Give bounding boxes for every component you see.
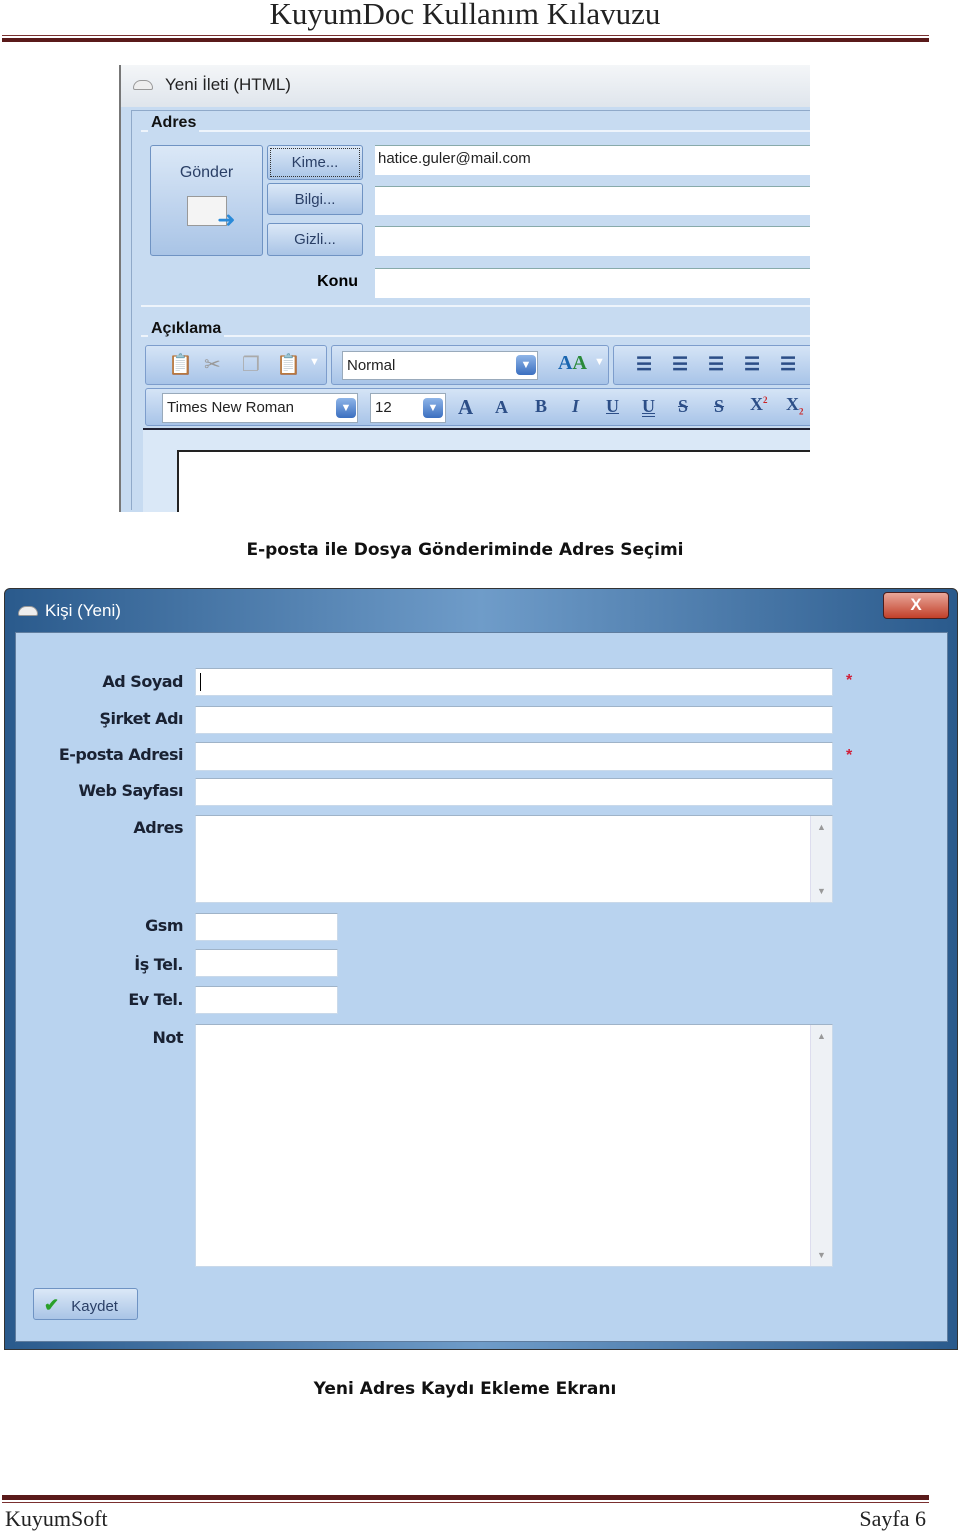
multilevel-list-icon[interactable]: ☰ — [708, 354, 724, 375]
description-group-label: Açıklama — [148, 320, 225, 338]
document-title: KuyumDoc Kullanım Kılavuzu — [269, 0, 661, 31]
address-label: Adres — [133, 818, 183, 837]
style-toolbar: Normal ▼ AA ▼ — [331, 345, 609, 385]
scroll-down-icon[interactable]: ▼ — [811, 1250, 832, 1260]
work-phone-input[interactable] — [195, 949, 338, 977]
scrollbar[interactable]: ▲ ▼ — [810, 816, 832, 902]
note-textarea[interactable]: ▲ ▼ — [195, 1024, 833, 1267]
home-phone-label: Ev Tel. — [128, 990, 183, 1009]
note-label: Not — [152, 1028, 183, 1047]
to-input[interactable]: hatice.guler@mail.com — [375, 145, 810, 175]
email-input[interactable] — [195, 742, 833, 771]
chevron-down-icon[interactable]: ▼ — [423, 398, 443, 418]
text-style-icon[interactable]: AA — [558, 352, 587, 375]
scroll-up-icon[interactable]: ▲ — [811, 1031, 832, 1041]
numbered-list-icon[interactable]: ☰ — [672, 354, 688, 375]
paste-special-icon[interactable]: 📋 — [276, 352, 301, 377]
bcc-button[interactable]: Gizli... — [267, 223, 363, 256]
strikethrough-icon[interactable]: S — [678, 396, 688, 417]
gsm-input[interactable] — [195, 913, 338, 941]
web-input[interactable] — [195, 778, 833, 806]
subject-label: Konu — [317, 273, 358, 290]
grow-font-icon[interactable]: A — [458, 395, 473, 420]
name-label: Ad Soyad — [102, 672, 183, 691]
address-textarea[interactable]: ▲ ▼ — [195, 815, 833, 903]
send-mail-icon: ➜ — [186, 196, 236, 232]
company-label: Şirket Adı — [99, 709, 184, 728]
home-phone-input[interactable] — [195, 986, 338, 1014]
company-input[interactable] — [195, 706, 833, 734]
send-label: Gönder — [179, 164, 234, 181]
font-select[interactable]: Times New Roman — [162, 393, 358, 423]
contact-window-title: Kişi (Yeni) — [45, 601, 121, 620]
scroll-down-icon[interactable]: ▼ — [811, 886, 832, 896]
divider — [141, 130, 810, 132]
save-label: Kaydet — [71, 1298, 118, 1315]
save-button[interactable]: ✔ Kaydet — [33, 1288, 138, 1320]
chevron-down-icon[interactable]: ▼ — [336, 398, 356, 418]
chevron-down-icon[interactable]: ▼ — [309, 356, 320, 368]
chevron-down-icon[interactable]: ▼ — [594, 356, 605, 368]
style-value: Normal — [347, 357, 396, 374]
bullet-list-icon[interactable]: ☰ — [636, 354, 652, 375]
header-rule-thin — [2, 35, 929, 36]
footer-page-number: Sayfa 6 — [859, 1506, 926, 1531]
email-window-title: Yeni İleti (HTML) — [165, 75, 291, 94]
editor-frame — [143, 428, 810, 512]
divider — [141, 335, 810, 337]
required-mark: * — [846, 747, 853, 764]
double-underline-icon[interactable]: U — [642, 396, 655, 417]
divider — [141, 305, 810, 307]
required-mark: * — [846, 672, 853, 689]
copy-icon[interactable]: ❐ — [242, 352, 260, 377]
web-label: Web Sayfası — [78, 781, 184, 800]
font-toolbar: Times New Roman ▼ 12 ▼ A A B I U U S S X… — [145, 388, 810, 426]
email-label: E-posta Adresi — [58, 745, 184, 764]
style-select[interactable]: Normal — [342, 351, 538, 380]
bcc-input[interactable] — [375, 226, 810, 256]
text-cursor — [200, 673, 201, 691]
close-button[interactable]: X — [883, 592, 949, 619]
caption-email: E-posta ile Dosya Gönderiminde Adres Seç… — [246, 540, 684, 560]
font-value: Times New Roman — [167, 399, 294, 416]
editor-area[interactable] — [177, 450, 810, 512]
header-rule — [2, 38, 929, 42]
paste-icon[interactable]: 📋 — [168, 352, 193, 377]
subject-input[interactable] — [375, 268, 810, 298]
email-window-titlebar: Yeni İleti (HTML) — [121, 65, 810, 107]
send-button[interactable]: Gönder ➜ — [150, 145, 263, 256]
footer-rule-thin — [2, 1502, 929, 1503]
footer-company: KuyumSoft — [5, 1506, 108, 1531]
to-button[interactable]: Kime... — [267, 145, 363, 180]
caption-contact: Yeni Adres Kaydı Ekleme Ekranı — [313, 1379, 617, 1399]
bold-icon[interactable]: B — [535, 396, 547, 417]
paragraph-toolbar: ☰ ☰ ☰ ☰ ☰ — [613, 345, 810, 385]
indent-icon[interactable]: ☰ — [780, 354, 796, 375]
shrink-font-icon[interactable]: A — [495, 397, 508, 418]
subscript-icon[interactable]: X2 — [786, 394, 804, 417]
email-window: Yeni İleti (HTML) Adres Gönder ➜ Kime...… — [119, 65, 810, 512]
double-strikethrough-icon[interactable]: S — [714, 396, 724, 417]
font-size-value: 12 — [375, 399, 392, 416]
italic-icon[interactable]: I — [572, 396, 579, 417]
footer-rule — [2, 1495, 929, 1500]
app-cloud-icon — [133, 80, 153, 90]
gsm-label: Gsm — [145, 916, 183, 935]
address-group-label: Adres — [148, 114, 200, 132]
cut-icon[interactable]: ✂ — [204, 352, 221, 377]
cc-button[interactable]: Bilgi... — [267, 183, 363, 215]
superscript-icon[interactable]: X2 — [750, 394, 768, 415]
checkmark-icon: ✔ — [44, 1295, 60, 1315]
scrollbar[interactable]: ▲ ▼ — [810, 1025, 832, 1266]
cc-input[interactable] — [375, 186, 810, 215]
scroll-up-icon[interactable]: ▲ — [811, 822, 832, 832]
outdent-icon[interactable]: ☰ — [744, 354, 760, 375]
app-cloud-icon — [18, 606, 38, 616]
clipboard-toolbar: 📋 ✂ ❐ 📋 ▼ — [145, 345, 327, 385]
underline-icon[interactable]: U — [606, 396, 619, 417]
chevron-down-icon[interactable]: ▼ — [516, 355, 536, 375]
work-phone-label: İş Tel. — [134, 955, 183, 974]
name-input[interactable] — [195, 668, 833, 696]
